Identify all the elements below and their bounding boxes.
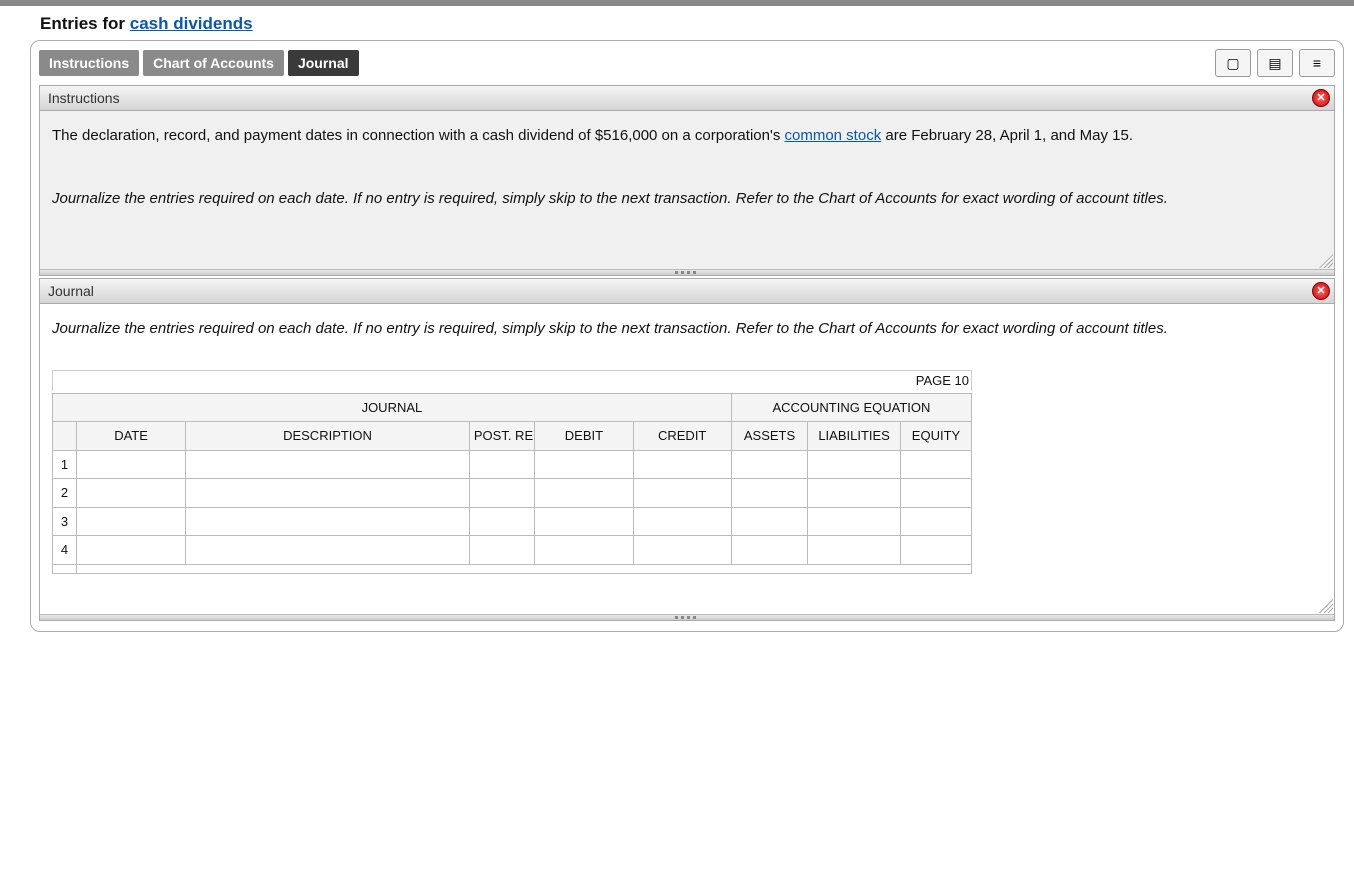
row-number: 2 (53, 479, 77, 508)
postref-cell[interactable] (469, 536, 534, 565)
close-instructions-button[interactable]: ✕ (1312, 89, 1330, 107)
description-cell[interactable] (186, 479, 470, 508)
description-cell[interactable] (186, 507, 470, 536)
description-cell[interactable] (186, 536, 470, 565)
assets-cell[interactable] (731, 479, 807, 508)
instructions-header-label: Instructions (48, 90, 120, 106)
assets-header: ASSETS (731, 422, 807, 451)
journal-resize-handle[interactable] (40, 614, 1334, 620)
description-header: DESCRIPTION (186, 422, 470, 451)
row-number: 4 (53, 536, 77, 565)
date-header: DATE (77, 422, 186, 451)
page-title-prefix: Entries for (40, 14, 130, 33)
row-number: 1 (53, 450, 77, 479)
credit-cell[interactable] (633, 536, 731, 565)
row-number (53, 564, 77, 573)
journal-group-header: JOURNAL (53, 393, 732, 422)
liabilities-cell[interactable] (808, 479, 901, 508)
page-title: Entries for cash dividends (40, 14, 1344, 34)
date-cell[interactable] (77, 507, 186, 536)
date-cell[interactable] (77, 479, 186, 508)
journal-panel-header: Journal ✕ (40, 279, 1334, 304)
journal-column-header-row: DATE DESCRIPTION POST. REF. DEBIT CREDIT… (53, 422, 972, 451)
journal-panel: Journal ✕ Journalize the entries require… (39, 278, 1335, 621)
table-row (53, 564, 972, 573)
credit-cell[interactable] (633, 450, 731, 479)
instructions-panel-header: Instructions ✕ (40, 86, 1334, 111)
instructions-panel: Instructions ✕ The declaration, record, … (39, 85, 1335, 276)
resize-grip-icon[interactable] (1319, 254, 1333, 268)
accounting-equation-group-header: ACCOUNTING EQUATION (731, 393, 971, 422)
liabilities-cell[interactable] (808, 507, 901, 536)
assets-cell[interactable] (731, 450, 807, 479)
instructions-text-part1: The declaration, record, and payment dat… (52, 127, 785, 144)
page-title-link[interactable]: cash dividends (130, 14, 253, 33)
table-row: 1 (53, 450, 972, 479)
postref-cell[interactable] (469, 507, 534, 536)
journal-header-label: Journal (48, 283, 94, 299)
table-row: 3 (53, 507, 972, 536)
close-journal-button[interactable]: ✕ (1312, 282, 1330, 300)
credit-cell[interactable] (633, 479, 731, 508)
equity-cell[interactable] (900, 479, 971, 508)
date-cell[interactable] (77, 450, 186, 479)
postref-cell[interactable] (469, 450, 534, 479)
assets-cell[interactable] (731, 507, 807, 536)
equity-cell[interactable] (900, 450, 971, 479)
debit-cell[interactable] (535, 450, 633, 479)
equity-header: EQUITY (900, 422, 971, 451)
debit-cell[interactable] (535, 507, 633, 536)
debit-cell[interactable] (535, 536, 633, 565)
debit-cell[interactable] (535, 479, 633, 508)
journal-page-label: PAGE 10 (52, 370, 972, 391)
instructions-text: The declaration, record, and payment dat… (52, 125, 1322, 148)
description-cell[interactable] (186, 450, 470, 479)
instructions-panel-body: The declaration, record, and payment dat… (40, 111, 1334, 269)
toolbar-button-1[interactable]: ▢ (1215, 49, 1251, 77)
postref-cell[interactable] (469, 479, 534, 508)
liabilities-cell[interactable] (808, 536, 901, 565)
main-container: Instructions Chart of Accounts Journal ▢… (30, 40, 1344, 632)
instructions-text-part2: are February 28, April 1, and May 15. (881, 127, 1133, 144)
common-stock-link[interactable]: common stock (785, 127, 882, 144)
debit-header: DEBIT (535, 422, 633, 451)
credit-cell[interactable] (633, 507, 731, 536)
toolbar-button-2[interactable]: ▤ (1257, 49, 1293, 77)
rownum-header (53, 422, 77, 451)
tab-chart-of-accounts[interactable]: Chart of Accounts (143, 50, 284, 76)
panels-icon: ▢ (1226, 55, 1239, 72)
tab-instructions[interactable]: Instructions (39, 50, 139, 76)
empty-row[interactable] (77, 564, 972, 573)
row-number: 3 (53, 507, 77, 536)
journal-panel-body: Journalize the entries required on each … (40, 304, 1334, 614)
postref-header: POST. REF. (469, 422, 534, 451)
layout-icon: ▤ (1268, 55, 1281, 72)
table-row: 4 (53, 536, 972, 565)
equity-cell[interactable] (900, 507, 971, 536)
date-cell[interactable] (77, 536, 186, 565)
tab-journal[interactable]: Journal (288, 50, 359, 76)
instructions-prompt: Journalize the entries required on each … (52, 188, 1322, 211)
credit-header: CREDIT (633, 422, 731, 451)
tabs: Instructions Chart of Accounts Journal (39, 50, 359, 76)
assets-cell[interactable] (731, 536, 807, 565)
journal-table-wrap: PAGE 10 JOURNAL ACCOUNTING EQUATION (52, 370, 972, 574)
instructions-resize-handle[interactable] (40, 269, 1334, 275)
liabilities-header: LIABILITIES (808, 422, 901, 451)
equity-cell[interactable] (900, 536, 971, 565)
toolbar: ▢ ▤ ≡ (1215, 49, 1335, 77)
table-row: 2 (53, 479, 972, 508)
resize-grip-icon[interactable] (1319, 599, 1333, 613)
journal-table: JOURNAL ACCOUNTING EQUATION DATE DESCRIP… (52, 393, 972, 574)
list-icon: ≡ (1313, 55, 1321, 71)
liabilities-cell[interactable] (808, 450, 901, 479)
toolbar-button-3[interactable]: ≡ (1299, 49, 1335, 77)
journal-prompt: Journalize the entries required on each … (52, 318, 1322, 341)
journal-group-header-row: JOURNAL ACCOUNTING EQUATION (53, 393, 972, 422)
